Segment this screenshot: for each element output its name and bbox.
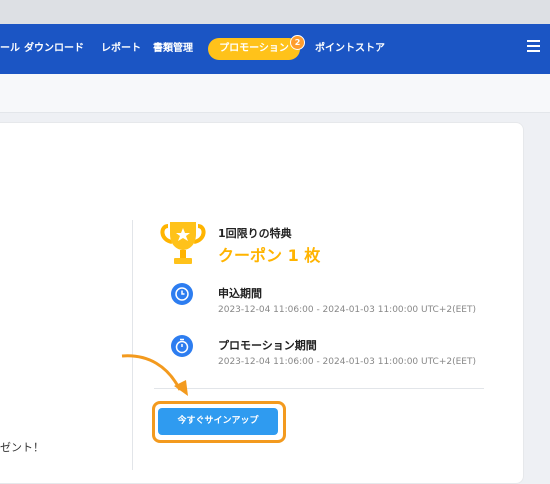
clock-icon	[171, 283, 193, 305]
sub-header	[0, 74, 550, 113]
benefit-title: 1回限りの特典	[218, 227, 292, 240]
nav-item-points-store[interactable]: ポイントストア	[315, 24, 385, 74]
signup-button[interactable]: 今すぐサインアップ	[158, 408, 278, 435]
description-text: ゼント！	[0, 441, 44, 454]
arrow-icon	[121, 354, 188, 396]
nav-item-reports[interactable]: レポート	[101, 24, 141, 74]
application-period-range: 2023-12-04 11:06:00 - 2024-01-03 11:00:0…	[218, 305, 477, 315]
application-period-label: 申込期間	[218, 287, 262, 300]
column-divider	[132, 220, 133, 470]
trophy-icon	[160, 222, 206, 264]
divider	[154, 388, 484, 389]
nav-item-tool[interactable]: ール	[0, 24, 20, 74]
promotion-period-range: 2023-12-04 11:06:00 - 2024-01-03 11:00:0…	[218, 357, 477, 367]
menu-icon[interactable]	[527, 40, 540, 52]
nav-item-download[interactable]: ダウンロード	[24, 24, 84, 74]
promotion-count-badge: 2	[290, 35, 305, 50]
benefit-value: クーポン 1 枚	[218, 246, 321, 265]
browser-bar	[0, 0, 550, 25]
promotion-period-label: プロモーション期間	[218, 339, 317, 352]
nav-item-documents[interactable]: 書類管理	[153, 24, 193, 74]
nav-item-promotion[interactable]: プロモーション	[208, 38, 300, 60]
